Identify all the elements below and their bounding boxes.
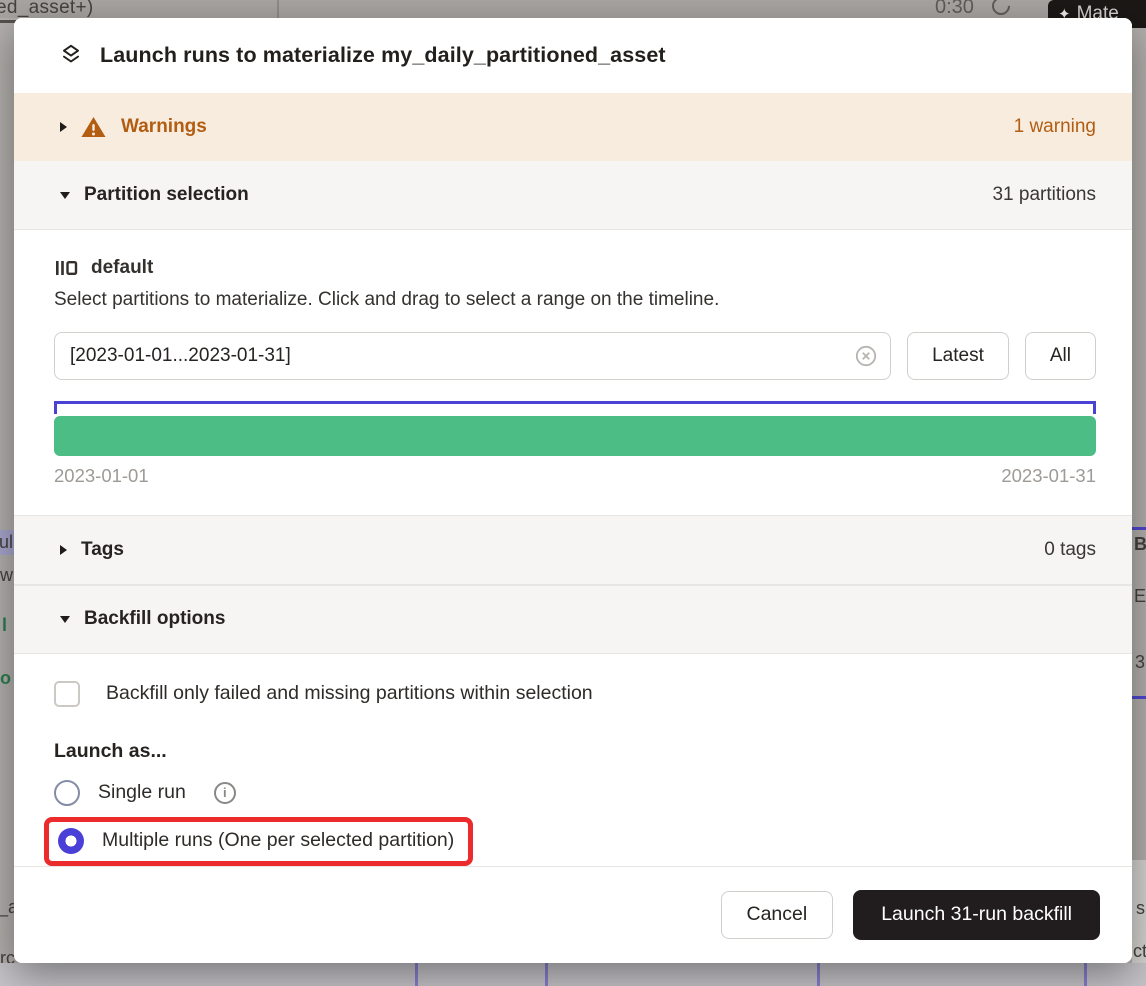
launch-runs-dialog: Launch runs to materialize my_daily_part… xyxy=(14,18,1132,963)
dimension-name: default xyxy=(91,257,153,279)
multiple-runs-option[interactable]: Multiple runs (One per selected partitio… xyxy=(58,828,454,854)
partition-set-icon xyxy=(54,256,80,280)
backfill-options-label: Backfill options xyxy=(84,608,225,630)
dialog-footer: Cancel Launch 31-run backfill xyxy=(14,866,1132,963)
dialog-title: Launch runs to materialize my_daily_part… xyxy=(100,43,666,68)
background-line-fragment xyxy=(1132,696,1146,699)
background-fragment: ct xyxy=(1133,941,1146,962)
background-table xyxy=(0,963,1146,986)
multiple-runs-label: Multiple runs (One per selected partitio… xyxy=(102,829,454,852)
background-fragment: B xyxy=(1134,534,1146,555)
warnings-count: 1 warning xyxy=(1014,116,1096,138)
background-fragment: w xyxy=(0,565,13,586)
partition-input-wrap xyxy=(54,332,891,380)
background-fragment: s xyxy=(1136,898,1145,919)
multiple-runs-radio[interactable] xyxy=(58,828,84,854)
background-fragment: 3 xyxy=(1135,652,1145,673)
tags-count: 0 tags xyxy=(1044,539,1096,561)
dimension-row: default xyxy=(54,256,1096,280)
clear-input-icon[interactable] xyxy=(854,344,878,368)
backfill-options-header[interactable]: Backfill options xyxy=(14,585,1132,654)
all-button[interactable]: All xyxy=(1025,332,1096,380)
background-toolbar: ed_asset+) 0:30 ✦ Mate xyxy=(0,0,1146,18)
timeline-labels: 2023-01-01 2023-01-31 xyxy=(54,465,1096,487)
caret-down-icon xyxy=(60,616,70,623)
caret-right-icon xyxy=(60,122,67,132)
launch-backfill-button[interactable]: Launch 31-run backfill xyxy=(853,890,1100,940)
partition-selection-description: Select partitions to materialize. Click … xyxy=(54,289,1096,311)
launch-as-label: Launch as... xyxy=(54,740,1096,763)
annotation-highlight-box: Multiple runs (One per selected partitio… xyxy=(44,817,473,866)
background-asset-name-fragment: ed_asset+) xyxy=(0,0,94,19)
warnings-section-header[interactable]: Warnings 1 warning xyxy=(14,93,1132,161)
timeline-start-label: 2023-01-01 xyxy=(54,465,149,487)
warning-triangle-icon xyxy=(80,115,107,139)
single-run-radio[interactable] xyxy=(54,780,80,806)
toolbar-divider xyxy=(277,0,279,18)
caret-right-icon xyxy=(60,545,67,555)
background-fragment: l xyxy=(2,615,7,636)
partition-selection-body: default Select partitions to materialize… xyxy=(14,230,1132,515)
info-icon[interactable]: i xyxy=(214,782,236,804)
failed-missing-checkbox-label: Backfill only failed and missing partiti… xyxy=(106,682,593,705)
failed-missing-checkbox-row: Backfill only failed and missing partiti… xyxy=(54,681,1096,707)
timeline-selection-bracket xyxy=(54,401,1096,414)
refresh-countdown: 0:30 xyxy=(935,0,974,19)
partition-input-row: Latest All xyxy=(54,332,1096,380)
dialog-header: Launch runs to materialize my_daily_part… xyxy=(14,18,1132,93)
backfill-options-body: Backfill only failed and missing partiti… xyxy=(14,654,1132,866)
tags-label: Tags xyxy=(81,539,124,561)
partition-range-input[interactable] xyxy=(54,332,891,380)
latest-button[interactable]: Latest xyxy=(907,332,1009,380)
partition-timeline: 2023-01-01 2023-01-31 xyxy=(54,401,1096,487)
materialize-layers-icon xyxy=(58,42,84,68)
timeline-end-label: 2023-01-31 xyxy=(1001,465,1096,487)
partition-selection-header[interactable]: Partition selection 31 partitions xyxy=(14,161,1132,230)
tags-section-header[interactable]: Tags 0 tags xyxy=(14,515,1132,584)
timeline-selected-range-bar[interactable] xyxy=(54,416,1096,456)
warnings-label: Warnings xyxy=(121,116,207,138)
background-fragment: o xyxy=(0,668,11,689)
background-fragment: E xyxy=(1134,586,1146,607)
single-run-option[interactable]: Single run i xyxy=(54,780,1096,806)
background-line-fragment xyxy=(1132,527,1146,530)
countdown-icon xyxy=(988,0,1013,19)
caret-down-icon xyxy=(60,192,70,199)
failed-missing-checkbox[interactable] xyxy=(54,681,80,707)
partition-count: 31 partitions xyxy=(992,184,1096,206)
cancel-button[interactable]: Cancel xyxy=(721,891,834,939)
single-run-label: Single run xyxy=(98,781,186,804)
partition-selection-label: Partition selection xyxy=(84,184,249,206)
